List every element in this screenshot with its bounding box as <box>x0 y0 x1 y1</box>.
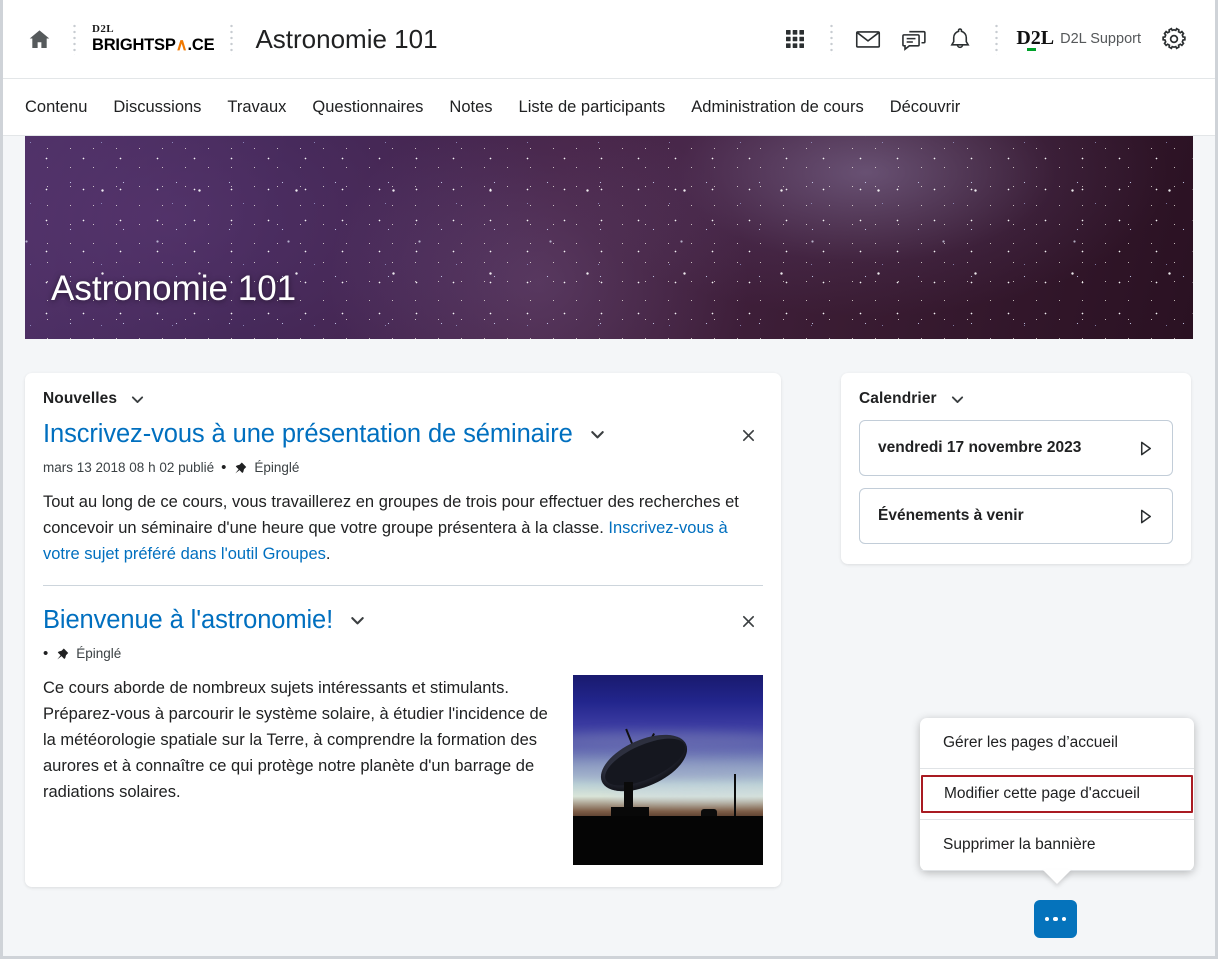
play-arrow-icon[interactable] <box>1137 439 1154 458</box>
brand-d2l-text: D2L <box>92 23 114 36</box>
nav-item-contenu[interactable]: Contenu <box>25 98 100 117</box>
calendar-widget-title: Calendrier <box>859 390 937 407</box>
news-item: Bienvenue à l'astronomie! • Épinglé Ce c… <box>43 585 763 883</box>
header-icon-group: D2L D2L Support <box>772 16 1197 62</box>
header-divider-1 <box>73 23 76 55</box>
chevron-down-icon[interactable] <box>348 611 367 630</box>
header-divider-2 <box>230 23 234 55</box>
news-item-title[interactable]: Inscrivez-vous à une présentation de sém… <box>43 420 573 449</box>
meta-separator-dot: • <box>43 645 49 663</box>
news-item-header: Bienvenue à l'astronomie! <box>43 606 763 635</box>
page-title: Astronomie 101 <box>255 23 438 54</box>
meta-separator-dot: • <box>221 459 227 476</box>
news-item-pinned-label: Épinglé <box>76 646 122 662</box>
pin-icon <box>233 461 247 475</box>
news-widget-header: Nouvelles <box>25 373 781 416</box>
news-item-body: Tout au long de ce cours, vous travaille… <box>43 489 763 567</box>
telescope-mast <box>734 773 737 818</box>
menu-item-remove-banner[interactable]: Supprimer la bannière <box>920 820 1194 871</box>
nav-item-travaux[interactable]: Travaux <box>214 98 299 117</box>
news-widget: Nouvelles Inscrivez-vous à une présentat… <box>25 373 781 888</box>
nav-item-notes[interactable]: Notes <box>436 98 505 117</box>
nav-item-questionnaires[interactable]: Questionnaires <box>299 98 436 117</box>
news-item-image <box>573 675 763 866</box>
top-header-bar: D2L BRIGHTSP∧.CE Astronomie 101 D2L D2L … <box>3 0 1215 79</box>
telescope-ground <box>573 815 763 866</box>
brand-brightspace-text: BRIGHTSP∧.CE <box>92 36 215 55</box>
news-item-body-with-image: Ce cours aborde de nombreux sujets intér… <box>43 675 763 866</box>
calendar-row-label: Événements à venir <box>878 507 1024 524</box>
menu-caret <box>1043 870 1071 884</box>
calendar-rows: vendredi 17 novembre 2023 Événements à v… <box>841 416 1191 564</box>
ellipsis-icon-dot <box>1053 916 1058 922</box>
ellipsis-icon-dot <box>1061 916 1067 922</box>
news-item-title[interactable]: Bienvenue à l'astronomie! <box>43 606 333 635</box>
homepage-context-menu: Gérer les pages d’accueil Modifier cette… <box>920 718 1194 884</box>
course-nav-bar: Contenu Discussions Travaux Questionnair… <box>3 79 1215 136</box>
gear-icon[interactable] <box>1151 16 1197 62</box>
news-items-list: Inscrivez-vous à une présentation de sém… <box>25 416 781 887</box>
news-item-body: Ce cours aborde de nombreux sujets intér… <box>43 679 548 802</box>
envelope-icon[interactable] <box>845 16 891 62</box>
news-body-text-part2: . <box>325 545 331 564</box>
header-divider-3 <box>830 23 834 55</box>
nav-item-administration-de-cours[interactable]: Administration de cours <box>678 98 876 117</box>
course-banner: Astronomie 101 <box>25 136 1193 339</box>
play-arrow-icon[interactable] <box>1137 507 1154 526</box>
right-column: Calendrier vendredi 17 novembre 2023 Évé… <box>841 373 1191 564</box>
close-icon[interactable] <box>737 610 759 632</box>
homepage-options-button[interactable] <box>1034 900 1077 938</box>
header-divider-4 <box>995 23 999 55</box>
news-item-meta: • Épinglé <box>43 646 763 661</box>
pin-icon <box>55 647 69 661</box>
calendar-row-label: vendredi 17 novembre 2023 <box>878 439 1082 456</box>
news-item-pinned-label: Épinglé <box>254 460 300 475</box>
news-item-header: Inscrivez-vous à une présentation de sém… <box>43 420 763 449</box>
menu-item-manage-homepages[interactable]: Gérer les pages d’accueil <box>920 718 1194 769</box>
close-icon[interactable] <box>737 424 759 446</box>
news-widget-title: Nouvelles <box>43 390 118 407</box>
banner-course-title: Astronomie 101 <box>51 269 297 308</box>
menu-item-edit-homepage[interactable]: Modifier cette page d'accueil <box>921 775 1193 813</box>
bell-icon[interactable] <box>937 16 983 62</box>
ellipsis-icon-dot <box>1044 916 1050 922</box>
news-item-meta: mars 13 2018 08 h 02 publié • Épinglé <box>43 460 763 475</box>
calendar-widget-header: Calendrier <box>841 373 1191 416</box>
news-item: Inscrivez-vous à une présentation de sém… <box>43 416 763 585</box>
waffle-grid-icon[interactable] <box>772 16 818 62</box>
menu-item-edit-homepage-wrapper: Modifier cette page d'accueil <box>920 769 1194 820</box>
nav-item-liste-de-participants[interactable]: Liste de participants <box>506 98 679 117</box>
nav-item-discussions[interactable]: Discussions <box>100 98 214 117</box>
chat-bubble-icon[interactable] <box>891 16 937 62</box>
left-column: Nouvelles Inscrivez-vous à une présentat… <box>25 373 781 888</box>
calendar-widget: Calendrier vendredi 17 novembre 2023 Évé… <box>841 373 1191 564</box>
nav-item-decouvrir[interactable]: Découvrir <box>877 98 974 117</box>
chevron-down-icon[interactable] <box>588 425 607 444</box>
chevron-down-icon[interactable] <box>949 391 966 408</box>
brightspace-logo[interactable]: D2L BRIGHTSP∧.CE <box>92 23 215 55</box>
calendar-row-upcoming[interactable]: Événements à venir <box>859 488 1173 544</box>
browser-viewport: D2L BRIGHTSP∧.CE Astronomie 101 D2L D2L … <box>0 0 1218 959</box>
d2l-wordmark: D2L <box>1016 26 1055 51</box>
home-icon[interactable] <box>17 17 61 61</box>
news-item-date: mars 13 2018 08 h 02 publié <box>43 460 215 475</box>
calendar-row-date[interactable]: vendredi 17 novembre 2023 <box>859 420 1173 476</box>
chevron-down-icon[interactable] <box>129 391 146 408</box>
support-user-label[interactable]: D2L Support <box>1060 31 1141 47</box>
